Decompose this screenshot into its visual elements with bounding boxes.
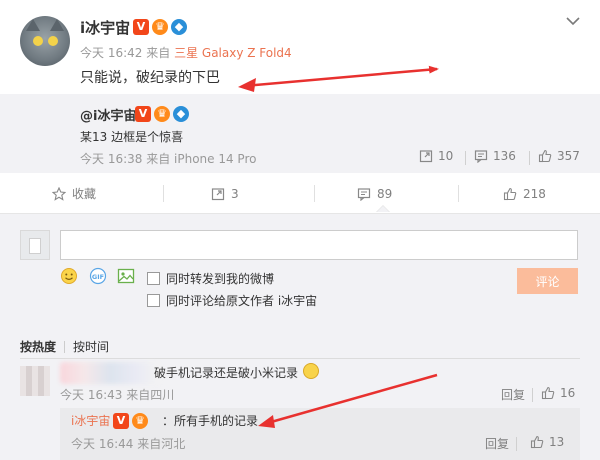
favorite-label: 收藏 [72,187,97,201]
current-user-avatar[interactable] [20,230,50,260]
comment-text: 破手机记录还是破小米记录 [154,366,299,380]
comment-caret-pointer [376,205,390,212]
reply-text: ：所有手机的记录 [162,414,259,428]
weibo-post: i冰宇宙 V ♛ ◆ 今天 16:42 来自 三星 Galaxy Z Fold4… [0,0,600,94]
comment-input[interactable] [60,230,578,260]
reply-like-button[interactable]: 13 [530,435,564,449]
comment-count: 89 [377,186,393,201]
comment-icon [474,150,488,163]
comment-to-author-option[interactable]: 同时评论给原文作者 i冰宇宙 [147,292,317,309]
reply-label: 回复 [485,437,510,451]
divider [314,185,315,202]
like-count: 218 [523,186,546,201]
repost-comment-count: 136 [493,149,516,163]
post-device-link[interactable]: 三星 Galaxy Z Fold4 [174,46,292,60]
chevron-down-icon [566,17,580,26]
reply-author-name[interactable]: i冰宇宙 [71,412,110,429]
repost-author-name[interactable]: @i冰宇宙 [80,105,136,124]
repost-forward-count: 10 [438,149,454,163]
reply-like-count: 13 [549,435,565,449]
comment-like-button[interactable]: 16 [541,386,575,400]
repost-like-button[interactable]: 357 [538,149,580,163]
comment-sort-bar: 按热度 按时间 [20,338,109,355]
avatar-cat-ear [26,19,40,31]
forward-checkbox-label: 同时转发到我的微博 [166,272,275,286]
comment-reply: i冰宇宙 V ♛ ：所有手机的记录 今天 16:44 来自河北 回复 13 [60,408,580,460]
thumbs-up-icon [530,435,544,449]
divider [532,388,533,402]
post-text: 只能说，破纪录的下巴 [80,70,220,86]
emoji-face-icon [303,363,319,379]
avatar-cat-eye [33,36,43,46]
comment-like-count: 16 [560,386,576,400]
commenter-avatar-blurred[interactable] [20,366,50,396]
avatar-cat-eye [48,36,58,46]
post-author-name[interactable]: i冰宇宙 [80,17,130,38]
avatar-cat-ear [50,19,64,31]
divider [516,437,517,451]
repost-meta[interactable]: 今天 16:38 来自 iPhone 14 Pro [80,150,256,167]
divider [458,185,459,202]
divider [465,151,466,165]
post-meta: 今天 16:42 来自 三星 Galaxy Z Fold4 [80,44,292,61]
svg-text:GIF: GIF [92,273,104,281]
thumbs-up-icon [503,187,517,200]
forward-icon [211,187,225,200]
globe-badge-icon[interactable]: ◆ [171,19,187,35]
reply-label: 回复 [501,388,526,402]
forward-count: 3 [231,186,239,201]
verified-v-icon[interactable]: V [133,19,149,35]
thumbs-up-icon [538,149,552,163]
forward-button[interactable]: 3 [211,173,239,214]
favorite-button[interactable]: 收藏 [52,173,96,214]
repost-like-count: 357 [557,149,580,163]
divider [529,151,530,165]
reposted-original: @i冰宇宙 V ♛ ◆ 某13 边框是个惊喜 今天 16:38 来自 iPhon… [0,94,600,173]
comment-meta: 今天 16:43 来自四川 [60,388,175,402]
comment-to-author-label: 同时评论给原文作者 i冰宇宙 [166,294,318,308]
gif-icon[interactable]: GIF [89,267,107,285]
sort-by-hot-tab[interactable]: 按热度 [20,338,56,355]
reply-reply-button[interactable]: 回复 [485,435,509,452]
comment-icon [357,187,371,201]
verified-v-icon: V [113,413,129,429]
star-icon [52,186,66,201]
forward-icon [419,150,433,163]
comment-section: GIF 同时转发到我的微博 同时评论给原文作者 i冰宇宙 评论 按热度 按时间 … [0,214,600,460]
sort-by-time-tab[interactable]: 按时间 [73,338,109,355]
globe-badge-icon: ◆ [173,106,189,122]
divider [163,185,164,202]
thumbs-up-icon [541,386,555,400]
submit-comment-button[interactable]: 评论 [517,268,578,294]
verified-v-icon: V [135,106,151,122]
repost-text: 某13 边框是个惊喜 [80,130,184,144]
comment-reply-button[interactable]: 回复 [501,386,525,403]
author-avatar[interactable] [20,16,70,66]
emoji-icon[interactable] [60,267,78,285]
like-button[interactable]: 218 [503,173,546,214]
member-crown-icon: ♛ [154,106,170,122]
repost-comment-button[interactable]: 136 [474,149,516,163]
post-source-prefix: 来自 [146,46,171,60]
post-time[interactable]: 今天 16:42 [80,46,142,60]
reply-meta: 今天 16:44 来自河北 [71,437,186,451]
forward-to-my-weibo-option[interactable]: 同时转发到我的微博 [147,270,274,287]
member-crown-icon: ♛ [132,413,148,429]
comment-to-author-checkbox[interactable] [147,294,160,307]
member-crown-icon[interactable]: ♛ [152,19,168,35]
repost-author-text[interactable]: @i冰宇宙 [80,109,136,124]
post-action-bar: 收藏 3 89 218 [0,173,600,214]
divider [64,340,66,353]
repost-forward-button[interactable]: 10 [419,149,453,163]
forward-checkbox[interactable] [147,272,160,285]
commenter-name-blurred[interactable] [60,362,160,384]
divider [20,358,580,359]
image-icon[interactable] [117,267,135,285]
post-menu-button[interactable] [565,16,581,28]
